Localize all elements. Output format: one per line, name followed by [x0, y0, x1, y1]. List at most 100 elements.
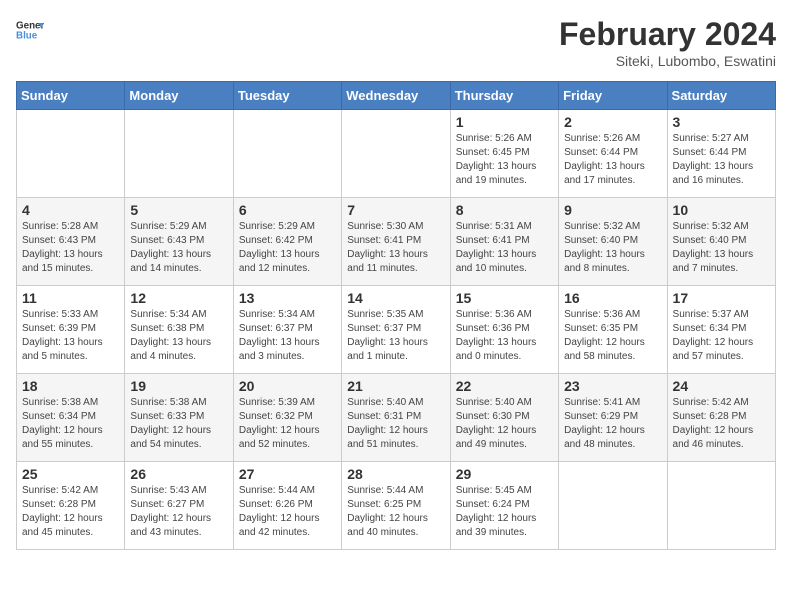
- day-number: 1: [456, 114, 553, 130]
- calendar-cell: 25 Sunrise: 5:42 AM Sunset: 6:28 PM Dayli…: [17, 462, 125, 550]
- day-info: Sunrise: 5:29 AM Sunset: 6:43 PM Dayligh…: [130, 220, 227, 276]
- col-sunday: Sunday: [17, 82, 125, 110]
- day-number: 26: [130, 466, 227, 482]
- calendar-cell: 16 Sunrise: 5:36 AM Sunset: 6:35 PM Dayli…: [559, 286, 667, 374]
- day-info: Sunrise: 5:29 AM Sunset: 6:42 PM Dayligh…: [239, 220, 336, 276]
- day-number: 21: [347, 378, 444, 394]
- day-number: 13: [239, 290, 336, 306]
- header-row: Sunday Monday Tuesday Wednesday Thursday…: [17, 82, 776, 110]
- calendar-cell: 17 Sunrise: 5:37 AM Sunset: 6:34 PM Dayli…: [667, 286, 775, 374]
- calendar-cell: 1 Sunrise: 5:26 AM Sunset: 6:45 PM Daylig…: [450, 110, 558, 198]
- calendar-cell: 22Sunrise: 5:40 AM Sunset: 6:30 PM Dayli…: [450, 374, 558, 462]
- day-info: Sunrise: 5:44 AM Sunset: 6:25 PM Dayligh…: [347, 484, 444, 540]
- day-number: 25: [22, 466, 119, 482]
- day-info: Sunrise: 5:35 AM Sunset: 6:37 PM Dayligh…: [347, 308, 444, 364]
- day-info: Sunrise: 5:40 AM Sunset: 6:31 PM Dayligh…: [347, 396, 444, 452]
- day-number: 16: [564, 290, 661, 306]
- calendar-body: 1 Sunrise: 5:26 AM Sunset: 6:45 PM Daylig…: [17, 110, 776, 550]
- calendar-cell: 24 Sunrise: 5:42 AM Sunset: 6:28 PM Dayli…: [667, 374, 775, 462]
- day-number: 20: [239, 378, 336, 394]
- calendar-cell: 6 Sunrise: 5:29 AM Sunset: 6:42 PM Daylig…: [233, 198, 341, 286]
- calendar-cell: [17, 110, 125, 198]
- calendar-cell: 19 Sunrise: 5:38 AM Sunset: 6:33 PM Dayli…: [125, 374, 233, 462]
- calendar-cell: 14 Sunrise: 5:35 AM Sunset: 6:37 PM Dayli…: [342, 286, 450, 374]
- col-monday: Monday: [125, 82, 233, 110]
- day-info: Sunrise: 5:37 AM Sunset: 6:34 PM Dayligh…: [673, 308, 770, 364]
- col-wednesday: Wednesday: [342, 82, 450, 110]
- calendar-cell: 5 Sunrise: 5:29 AM Sunset: 6:43 PM Daylig…: [125, 198, 233, 286]
- calendar-cell: 27 Sunrise: 5:44 AM Sunset: 6:26 PM Dayli…: [233, 462, 341, 550]
- header: General Blue February 2024 Siteki, Lubom…: [16, 16, 776, 69]
- calendar-cell: 23 Sunrise: 5:41 AM Sunset: 6:29 PM Dayli…: [559, 374, 667, 462]
- page-container: General Blue February 2024 Siteki, Lubom…: [16, 16, 776, 550]
- day-number: 24: [673, 378, 770, 394]
- col-tuesday: Tuesday: [233, 82, 341, 110]
- day-info: Sunrise: 5:39 AM Sunset: 6:32 PM Dayligh…: [239, 396, 336, 452]
- day-number: 5: [130, 202, 227, 218]
- logo: General Blue: [16, 16, 44, 44]
- calendar-cell: 28 Sunrise: 5:44 AM Sunset: 6:25 PM Dayli…: [342, 462, 450, 550]
- day-info: Sunrise: 5:42 AM Sunset: 6:28 PM Dayligh…: [22, 484, 119, 540]
- day-info: Sunrise: 5:36 AM Sunset: 6:35 PM Dayligh…: [564, 308, 661, 364]
- day-number: 4: [22, 202, 119, 218]
- day-info: Sunrise: 5:34 AM Sunset: 6:37 PM Dayligh…: [239, 308, 336, 364]
- col-saturday: Saturday: [667, 82, 775, 110]
- day-info: Sunrise: 5:38 AM Sunset: 6:33 PM Dayligh…: [130, 396, 227, 452]
- day-number: 14: [347, 290, 444, 306]
- day-info: Sunrise: 5:45 AM Sunset: 6:24 PM Dayligh…: [456, 484, 553, 540]
- day-number: 10: [673, 202, 770, 218]
- calendar-table: Sunday Monday Tuesday Wednesday Thursday…: [16, 81, 776, 550]
- svg-text:Blue: Blue: [16, 30, 38, 41]
- calendar-cell: 20 Sunrise: 5:39 AM Sunset: 6:32 PM Dayli…: [233, 374, 341, 462]
- day-info: Sunrise: 5:26 AM Sunset: 6:45 PM Dayligh…: [456, 132, 553, 188]
- day-number: 7: [347, 202, 444, 218]
- calendar-cell: 12Sunrise: 5:34 AM Sunset: 6:38 PM Dayli…: [125, 286, 233, 374]
- col-friday: Friday: [559, 82, 667, 110]
- calendar-cell: 4Sunrise: 5:28 AM Sunset: 6:43 PM Daylig…: [17, 198, 125, 286]
- day-number: 29: [456, 466, 553, 482]
- calendar-week-1: 1 Sunrise: 5:26 AM Sunset: 6:45 PM Daylig…: [17, 110, 776, 198]
- calendar-cell: 10Sunrise: 5:32 AM Sunset: 6:40 PM Dayli…: [667, 198, 775, 286]
- calendar-cell: 3Sunrise: 5:27 AM Sunset: 6:44 PM Daylig…: [667, 110, 775, 198]
- day-info: Sunrise: 5:41 AM Sunset: 6:29 PM Dayligh…: [564, 396, 661, 452]
- day-number: 28: [347, 466, 444, 482]
- calendar-week-4: 18Sunrise: 5:38 AM Sunset: 6:34 PM Dayli…: [17, 374, 776, 462]
- day-info: Sunrise: 5:34 AM Sunset: 6:38 PM Dayligh…: [130, 308, 227, 364]
- main-title: February 2024: [559, 16, 776, 53]
- title-area: February 2024 Siteki, Lubombo, Eswatini: [559, 16, 776, 69]
- calendar-cell: 13 Sunrise: 5:34 AM Sunset: 6:37 PM Dayli…: [233, 286, 341, 374]
- day-number: 15: [456, 290, 553, 306]
- calendar-cell: 21 Sunrise: 5:40 AM Sunset: 6:31 PM Dayli…: [342, 374, 450, 462]
- day-number: 19: [130, 378, 227, 394]
- calendar-cell: 8 Sunrise: 5:31 AM Sunset: 6:41 PM Daylig…: [450, 198, 558, 286]
- day-info: Sunrise: 5:26 AM Sunset: 6:44 PM Dayligh…: [564, 132, 661, 188]
- calendar-cell: 7 Sunrise: 5:30 AM Sunset: 6:41 PM Daylig…: [342, 198, 450, 286]
- logo-icon: General Blue: [16, 16, 44, 44]
- day-number: 2: [564, 114, 661, 130]
- day-number: 8: [456, 202, 553, 218]
- day-number: 23: [564, 378, 661, 394]
- calendar-cell: [559, 462, 667, 550]
- day-info: Sunrise: 5:44 AM Sunset: 6:26 PM Dayligh…: [239, 484, 336, 540]
- day-number: 17: [673, 290, 770, 306]
- calendar-week-3: 11 Sunrise: 5:33 AM Sunset: 6:39 PM Dayli…: [17, 286, 776, 374]
- day-number: 11: [22, 290, 119, 306]
- day-number: 6: [239, 202, 336, 218]
- calendar-cell: [667, 462, 775, 550]
- calendar-cell: [233, 110, 341, 198]
- calendar-cell: 18Sunrise: 5:38 AM Sunset: 6:34 PM Dayli…: [17, 374, 125, 462]
- day-info: Sunrise: 5:36 AM Sunset: 6:36 PM Dayligh…: [456, 308, 553, 364]
- calendar-week-5: 25 Sunrise: 5:42 AM Sunset: 6:28 PM Dayli…: [17, 462, 776, 550]
- calendar-cell: [125, 110, 233, 198]
- day-info: Sunrise: 5:30 AM Sunset: 6:41 PM Dayligh…: [347, 220, 444, 276]
- day-number: 27: [239, 466, 336, 482]
- calendar-cell: 2 Sunrise: 5:26 AM Sunset: 6:44 PM Daylig…: [559, 110, 667, 198]
- calendar-cell: [342, 110, 450, 198]
- day-info: Sunrise: 5:42 AM Sunset: 6:28 PM Dayligh…: [673, 396, 770, 452]
- day-info: Sunrise: 5:33 AM Sunset: 6:39 PM Dayligh…: [22, 308, 119, 364]
- day-info: Sunrise: 5:31 AM Sunset: 6:41 PM Dayligh…: [456, 220, 553, 276]
- calendar-cell: 9Sunrise: 5:32 AM Sunset: 6:40 PM Daylig…: [559, 198, 667, 286]
- col-thursday: Thursday: [450, 82, 558, 110]
- calendar-cell: 15 Sunrise: 5:36 AM Sunset: 6:36 PM Dayli…: [450, 286, 558, 374]
- calendar-cell: 26Sunrise: 5:43 AM Sunset: 6:27 PM Dayli…: [125, 462, 233, 550]
